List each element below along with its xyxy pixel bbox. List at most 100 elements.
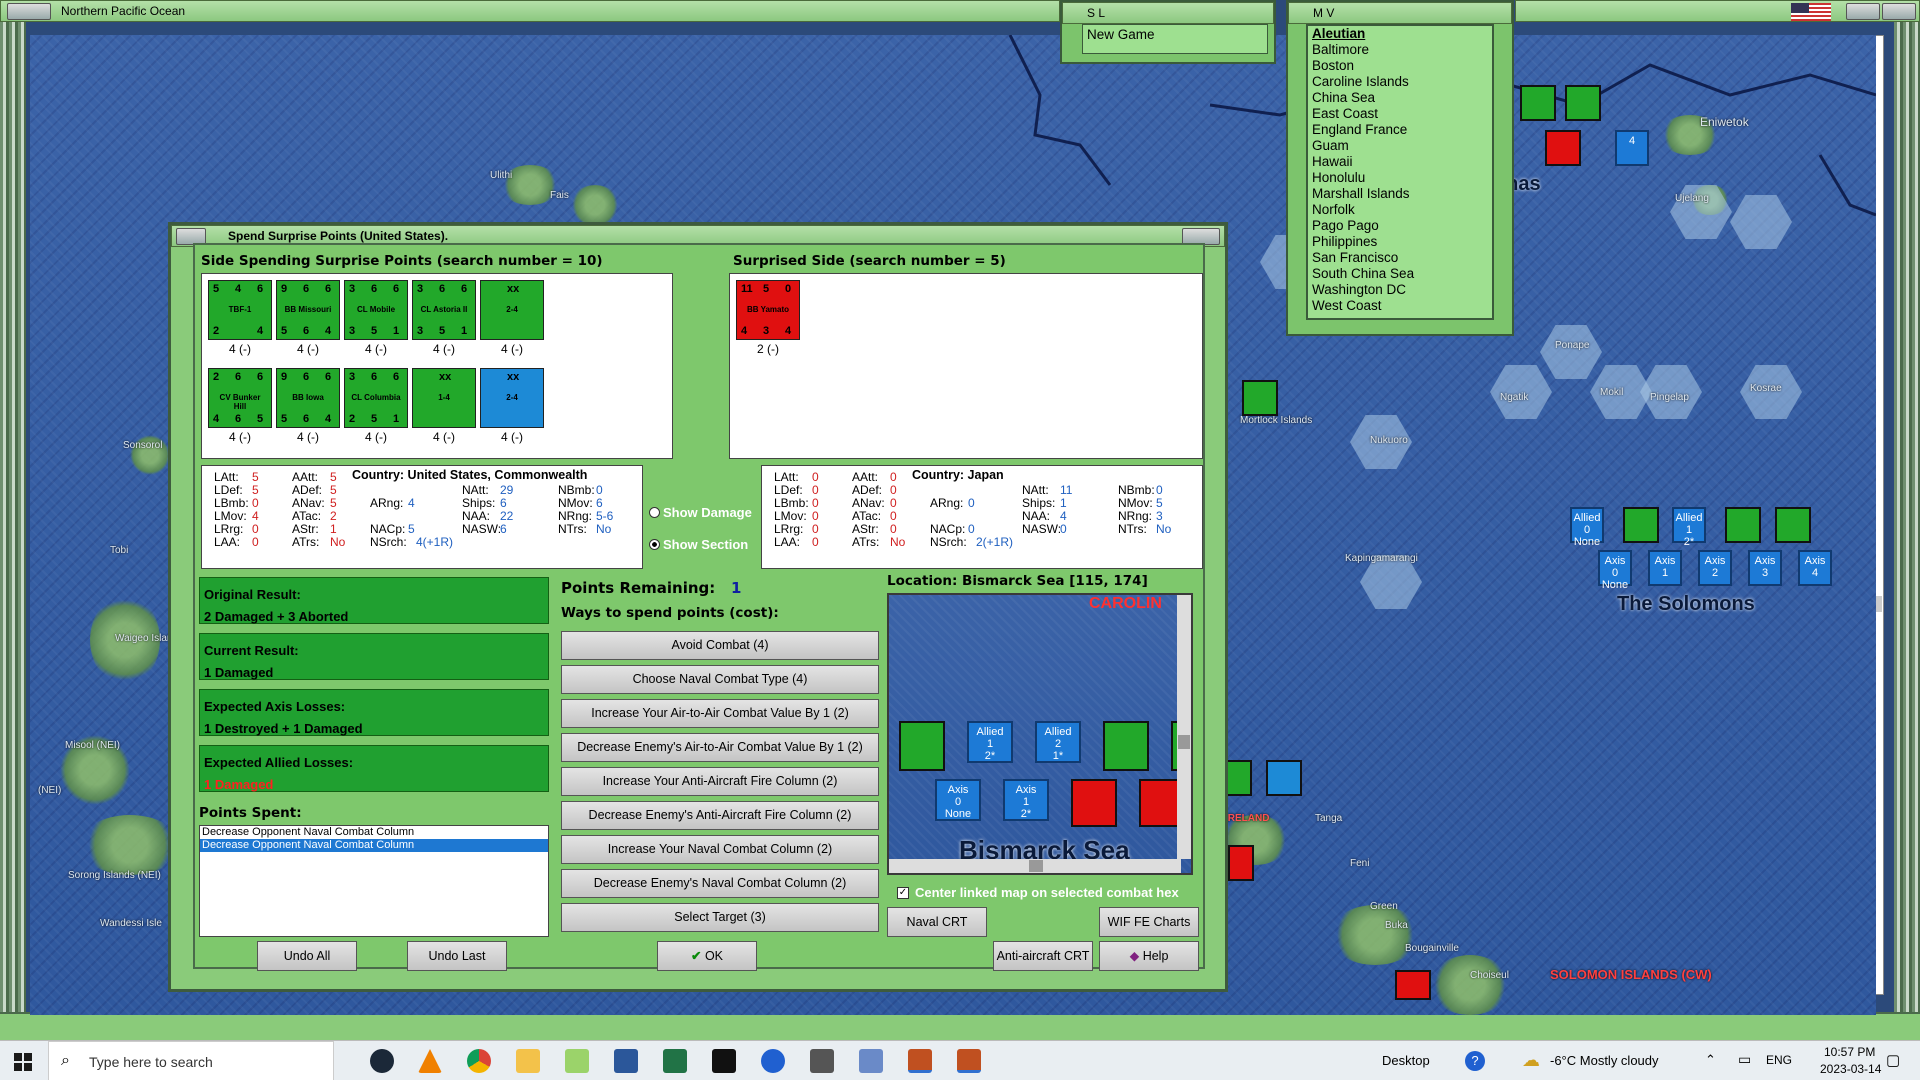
mini-axis-node[interactable]: Axis 0 None bbox=[935, 779, 981, 821]
spend-option-button[interactable]: Decrease Enemy's Naval Combat Column (2) bbox=[561, 869, 879, 898]
spend-option-button[interactable]: Decrease Enemy's Anti-Aircraft Fire Colu… bbox=[561, 801, 879, 830]
location-item[interactable]: Pago Pago bbox=[1308, 218, 1492, 234]
unit-counter[interactable]: 11 5 0 BB Yamato 4 3 4 bbox=[736, 280, 800, 340]
show-damage-label[interactable]: Show Damage bbox=[663, 505, 752, 520]
axis-node[interactable]: Axis 3 bbox=[1748, 550, 1782, 586]
points-spent-item[interactable]: Decrease Opponent Naval Combat Column bbox=[200, 839, 548, 852]
points-spent-item[interactable]: Decrease Opponent Naval Combat Column bbox=[200, 826, 548, 839]
mini-allied-node[interactable]: Allied 1 2* bbox=[967, 721, 1013, 763]
undo-last-button[interactable]: Undo Last bbox=[407, 941, 507, 971]
location-item[interactable]: Washington DC bbox=[1308, 282, 1492, 298]
map-location-list[interactable]: Aleutian Baltimore Boston Caroline Islands C… bbox=[1306, 24, 1494, 320]
menu-button[interactable] bbox=[7, 3, 51, 20]
sl-item-new-game[interactable]: New Game bbox=[1087, 27, 1155, 42]
spend-option-button[interactable]: Select Target (3) bbox=[561, 903, 879, 932]
language-indicator[interactable]: ENG bbox=[1766, 1053, 1792, 1067]
mini-unit-bb-yamato[interactable] bbox=[1071, 779, 1117, 827]
close-button[interactable] bbox=[1882, 3, 1916, 20]
mv-titlebar[interactable]: M V bbox=[1288, 2, 1512, 24]
wif-charts-button[interactable]: WIF FE Charts bbox=[1099, 907, 1199, 937]
mini-unit-p38[interactable] bbox=[1103, 721, 1149, 771]
sl-titlebar[interactable]: S L bbox=[1062, 2, 1274, 24]
location-item[interactable]: South China Sea bbox=[1308, 266, 1492, 282]
notification-icon[interactable]: ▢ bbox=[1886, 1051, 1900, 1069]
chrome-icon[interactable] bbox=[467, 1049, 491, 1073]
mini-vscroll[interactable] bbox=[1177, 595, 1191, 859]
map-unit-counter[interactable] bbox=[1266, 760, 1302, 796]
unit-counter[interactable]: 3 6 6 CL Astoria II 3 5 1 bbox=[412, 280, 476, 340]
unit-counter[interactable]: 9 6 6 BB Iowa 5 6 4 bbox=[276, 368, 340, 428]
location-item[interactable]: San Francisco bbox=[1308, 250, 1492, 266]
location-item[interactable]: East Coast bbox=[1308, 106, 1492, 122]
help-tray-icon[interactable]: ? bbox=[1465, 1051, 1485, 1071]
notepad-icon[interactable] bbox=[565, 1049, 589, 1073]
axis-node[interactable]: 4 bbox=[1615, 130, 1649, 166]
calculator-icon[interactable] bbox=[810, 1049, 834, 1073]
location-item[interactable]: Aleutian bbox=[1308, 26, 1492, 42]
map-unit-counter[interactable] bbox=[1242, 380, 1278, 416]
vlc-icon[interactable] bbox=[418, 1049, 442, 1073]
spend-option-button[interactable]: Decrease Enemy's Air-to-Air Combat Value… bbox=[561, 733, 879, 762]
map-unit-counter[interactable] bbox=[1520, 85, 1556, 121]
spend-option-button[interactable]: Choose Naval Combat Type (4) bbox=[561, 665, 879, 694]
location-item[interactable]: Honolulu bbox=[1308, 170, 1492, 186]
axis-node[interactable]: Axis 0 None bbox=[1598, 550, 1632, 591]
map-unit-counter[interactable] bbox=[1775, 507, 1811, 543]
desktop-label[interactable]: Desktop bbox=[1382, 1053, 1430, 1068]
map-unit-counter[interactable] bbox=[1545, 130, 1581, 166]
mini-hscroll[interactable] bbox=[889, 859, 1181, 873]
unit-counter[interactable]: 2 6 6 CV Bunker Hill 4 6 5 bbox=[208, 368, 272, 428]
points-spent-list[interactable]: Decrease Opponent Naval Combat Column Dec… bbox=[199, 825, 549, 937]
location-item[interactable]: China Sea bbox=[1308, 90, 1492, 106]
network-icon[interactable]: ▭ bbox=[1738, 1051, 1751, 1068]
netflix-icon[interactable] bbox=[712, 1049, 736, 1073]
restore-button[interactable] bbox=[1846, 3, 1880, 20]
unit-counter[interactable]: xx 2-4 bbox=[480, 368, 544, 428]
map-unit-counter[interactable] bbox=[1226, 760, 1252, 796]
location-item[interactable]: Hawaii bbox=[1308, 154, 1492, 170]
unit-counter[interactable]: 3 6 6 CL Mobile 3 5 1 bbox=[344, 280, 408, 340]
main-titlebar[interactable]: Northern Pacific Ocean bbox=[0, 0, 1060, 22]
unit-counter[interactable]: 5 4 6 TBF-1 2 4 bbox=[208, 280, 272, 340]
map-unit-counter[interactable] bbox=[1395, 970, 1431, 1000]
clock-time[interactable]: 10:57 PM bbox=[1824, 1045, 1875, 1059]
show-section-radio[interactable] bbox=[649, 539, 660, 550]
game-icon[interactable] bbox=[908, 1049, 932, 1073]
excel-icon[interactable] bbox=[663, 1049, 687, 1073]
app-icon[interactable] bbox=[761, 1049, 785, 1073]
map-unit-counter[interactable] bbox=[1725, 507, 1761, 543]
clock-date[interactable]: 2023-03-14 bbox=[1820, 1062, 1881, 1076]
location-item[interactable]: Guam bbox=[1308, 138, 1492, 154]
location-item[interactable]: Norfolk bbox=[1308, 202, 1492, 218]
window-icon[interactable] bbox=[859, 1049, 883, 1073]
center-linked-checkbox[interactable]: ✓ bbox=[897, 887, 909, 899]
windows-start-icon[interactable] bbox=[14, 1053, 32, 1071]
spend-option-button[interactable]: Increase Your Naval Combat Column (2) bbox=[561, 835, 879, 864]
location-item[interactable]: Baltimore bbox=[1308, 42, 1492, 58]
word-icon[interactable] bbox=[614, 1049, 638, 1073]
location-item[interactable]: Philippines bbox=[1308, 234, 1492, 250]
spend-option-button[interactable]: Increase Your Air-to-Air Combat Value By… bbox=[561, 699, 879, 728]
mini-map[interactable]: CAROLIN Allied 1 2* Allied 2 1* Axis 0 None Ax… bbox=[887, 593, 1193, 875]
location-item[interactable]: England France bbox=[1308, 122, 1492, 138]
show-damage-radio[interactable] bbox=[649, 507, 660, 518]
sl-list[interactable]: New Game bbox=[1082, 24, 1268, 54]
map-unit-counter[interactable] bbox=[1565, 85, 1601, 121]
unit-counter[interactable]: 9 6 6 BB Missouri 5 6 4 bbox=[276, 280, 340, 340]
map-unit-counter[interactable] bbox=[1623, 507, 1659, 543]
aa-crt-button[interactable]: Anti-aircraft CRT bbox=[993, 941, 1093, 971]
mini-allied-node[interactable]: Allied 2 1* bbox=[1035, 721, 1081, 763]
allied-node[interactable]: Allied 1 2* bbox=[1672, 507, 1706, 548]
spend-option-button[interactable]: Increase Your Anti-Aircraft Fire Column … bbox=[561, 767, 879, 796]
allied-node[interactable]: Allied 0 None bbox=[1570, 507, 1604, 548]
game-icon-2[interactable] bbox=[957, 1049, 981, 1073]
spend-option-button[interactable]: Avoid Combat (4) bbox=[561, 631, 879, 660]
show-section-label[interactable]: Show Section bbox=[663, 537, 748, 552]
location-item[interactable]: Caroline Islands bbox=[1308, 74, 1492, 90]
undo-all-button[interactable]: Undo All bbox=[257, 941, 357, 971]
ok-button[interactable]: ✔ OK bbox=[657, 941, 757, 971]
axis-node[interactable]: Axis 4 bbox=[1798, 550, 1832, 586]
mini-axis-node[interactable]: Axis 1 2* bbox=[1003, 779, 1049, 821]
steam-icon[interactable] bbox=[370, 1049, 394, 1073]
taskbar-search-box[interactable]: ⌕ Type here to search bbox=[48, 1041, 334, 1080]
